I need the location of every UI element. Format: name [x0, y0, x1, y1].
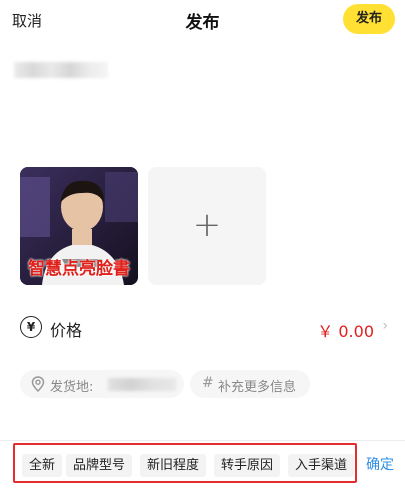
yen-circle-icon: ¥: [20, 316, 42, 338]
publish-button[interactable]: 发布: [343, 4, 395, 34]
add-image-button[interactable]: +: [148, 167, 266, 285]
tag-condition[interactable]: 新旧程度: [140, 454, 206, 477]
price-row[interactable]: ¥ 价格 ￥ 0.00 ›: [18, 316, 390, 342]
chevron-right-icon: ›: [382, 318, 388, 334]
price-value: ￥ 0.00: [317, 322, 374, 341]
uploaded-photo[interactable]: 智慧点亮脸書: [20, 167, 138, 285]
confirm-button[interactable]: 确定: [366, 454, 394, 474]
more-info-pill[interactable]: # 补充更多信息: [190, 370, 310, 398]
tag-purchase-channel[interactable]: 入手渠道: [288, 454, 354, 477]
ship-from-pill[interactable]: 发货地:: [20, 370, 184, 398]
tag-brand-model[interactable]: 品牌型号: [66, 454, 132, 477]
more-info-label: 补充更多信息: [218, 380, 297, 395]
photo-caption: 智慧点亮脸書: [28, 259, 130, 279]
tag-bar-highlight: 全新 品牌型号 新旧程度 转手原因 入手渠道: [13, 443, 357, 483]
plus-icon: +: [192, 205, 222, 245]
price-label: 价格: [50, 321, 83, 340]
hash-icon: #: [202, 375, 214, 391]
top-bar: 取消 发布 发布: [0, 0, 405, 40]
toolbar-divider: [0, 440, 405, 441]
ship-from-label: 发货地:: [50, 380, 94, 395]
tag-resale-reason[interactable]: 转手原因: [214, 454, 280, 477]
tag-new[interactable]: 全新: [22, 454, 62, 477]
ship-from-value-blurred: [108, 378, 176, 391]
location-pin-icon: [31, 376, 45, 392]
description-text-blurred[interactable]: [14, 62, 108, 78]
